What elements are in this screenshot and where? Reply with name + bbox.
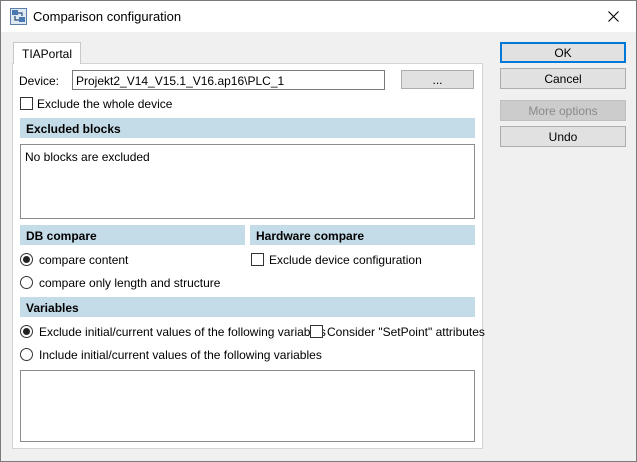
ok-button[interactable]: OK: [500, 42, 626, 63]
close-button[interactable]: [591, 1, 636, 32]
close-icon: [608, 11, 619, 22]
compare-content-radio[interactable]: [20, 253, 33, 266]
more-options-button[interactable]: More options: [500, 100, 626, 121]
exclude-device-checkbox[interactable]: [20, 97, 33, 110]
setpoint-attributes-label: Consider "SetPoint" attributes: [327, 325, 485, 339]
comparison-configuration-dialog: Comparison configuration TIAPortal Devic…: [0, 0, 637, 462]
exclude-variables-label: Exclude initial/current values of the fo…: [39, 325, 326, 339]
compare-length-structure-label: compare only length and structure: [39, 276, 221, 290]
include-variables-label: Include initial/current values of the fo…: [39, 348, 322, 362]
variables-header: Variables: [20, 297, 475, 317]
device-field[interactable]: Projekt2_V14_V15.1_V16.ap16\PLC_1: [72, 70, 385, 90]
exclude-device-configuration-checkbox[interactable]: [251, 253, 264, 266]
excluded-blocks-header: Excluded blocks: [20, 118, 475, 138]
exclude-device-label: Exclude the whole device: [37, 97, 173, 111]
tab-tiaportal[interactable]: TIAPortal: [13, 42, 81, 64]
variables-list[interactable]: [20, 370, 475, 442]
title-bar: Comparison configuration: [1, 1, 636, 32]
exclude-device-configuration-label: Exclude device configuration: [269, 253, 422, 267]
browse-device-button[interactable]: ...: [401, 70, 474, 89]
db-compare-header: DB compare: [20, 225, 245, 245]
excluded-blocks-list[interactable]: No blocks are excluded: [20, 144, 475, 219]
compare-length-structure-radio[interactable]: [20, 276, 33, 289]
hardware-compare-header: Hardware compare: [250, 225, 475, 245]
device-label: Device:: [19, 74, 60, 88]
excluded-blocks-empty-text: No blocks are excluded: [25, 150, 150, 164]
cancel-button[interactable]: Cancel: [500, 68, 626, 89]
undo-button[interactable]: Undo: [500, 126, 626, 147]
window-title: Comparison configuration: [33, 9, 182, 24]
compare-content-label: compare content: [39, 253, 129, 267]
setpoint-attributes-checkbox[interactable]: [310, 325, 323, 338]
exclude-variables-radio[interactable]: [20, 325, 33, 338]
tab-panel: Device: Projekt2_V14_V15.1_V16.ap16\PLC_…: [12, 63, 485, 449]
app-icon: [10, 8, 27, 25]
include-variables-radio[interactable]: [20, 348, 33, 361]
